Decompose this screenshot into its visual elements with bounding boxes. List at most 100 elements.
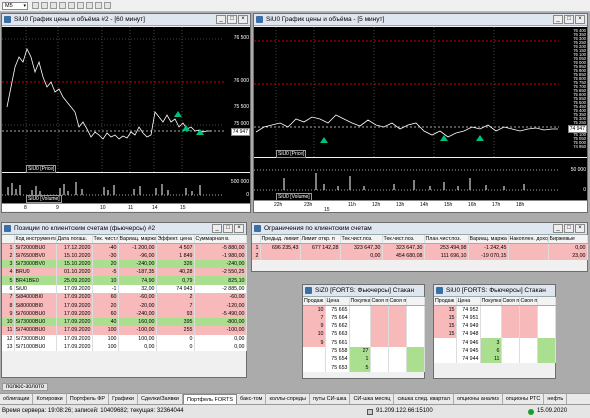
- table-row[interactable]: 13 Si71000BU0 17.09.2020 100 0,00 0 0,00: [2, 342, 247, 352]
- table-row[interactable]: 5 BR41BE0 25.09.2020 10 74,90 0,79 825,10: [2, 276, 247, 285]
- window-titlebar[interactable]: Ограничения по клиентским счетам _ □ ×: [252, 223, 587, 235]
- table-header[interactable]: Биржевые: [548, 235, 588, 244]
- table-header[interactable]: Предыд. лимит: [260, 235, 301, 244]
- table-row[interactable]: 2 Si76500BV0 15.10.2020 -30 -96,00 1 849 -1 98…: [2, 251, 247, 260]
- maximize-button[interactable]: □: [223, 224, 233, 233]
- orderbook-row[interactable]: 75 658 27: [303, 346, 425, 356]
- toolbar-tool-icon[interactable]: [50, 2, 57, 9]
- table-row[interactable]: 4 BRU0 01.10.2020 -5 -187,35 40,28 -2 550,25: [2, 268, 247, 277]
- volume-pane[interactable]: 50 000 0 SiU0 [Volume]: [254, 158, 587, 201]
- table-header[interactable]: Своя п: [370, 297, 389, 306]
- maximize-button[interactable]: □: [564, 15, 574, 24]
- price-pane[interactable]: 76 500 76 000 75 500 75 000 74 947 SiU0 …: [2, 27, 250, 173]
- tab-item[interactable]: опционы анализ: [454, 394, 503, 404]
- table-header[interactable]: Эффект. цена: [156, 235, 195, 244]
- table-row[interactable]: 7 Si84000BI0 17.09.2020 60 -60,00 2 -60,00: [2, 293, 247, 302]
- orderbook-row[interactable]: 9 75 661: [303, 338, 425, 347]
- close-button[interactable]: ×: [238, 15, 248, 24]
- tab-item[interactable]: нефть: [544, 394, 568, 404]
- maximize-button[interactable]: □: [564, 224, 574, 233]
- toolbar-tool-icon[interactable]: [41, 2, 48, 9]
- table-row[interactable]: 2 0,00 454 680,08 111 696,10 -19 070,15 23,00: [252, 251, 588, 260]
- table-header[interactable]: Тек. чист.поз.: [92, 235, 119, 244]
- table-header[interactable]: Лимит откр. п: [300, 235, 341, 244]
- orderbook-row[interactable]: 74 945 6: [434, 346, 556, 356]
- tab-item[interactable]: Портфель FORTS: [183, 394, 238, 404]
- table-header[interactable]: Дата погаш.: [56, 235, 93, 244]
- table-header[interactable]: Своя п: [388, 297, 407, 306]
- table-row[interactable]: 9 Si76000BU0 17.09.2020 60 -240,00 93 -5 490,0…: [2, 309, 247, 318]
- table-row[interactable]: 11 Si74000BU0 17.09.2020 100 -100,00 255 -100,…: [2, 326, 247, 335]
- toolbar-tool-icon[interactable]: [68, 2, 75, 9]
- table-row[interactable]: 10 Si73000BU0 17.09.2020 40 160,00 395 -800,00: [2, 317, 247, 327]
- tab-item[interactable]: СИ-шка месяц: [350, 394, 395, 404]
- tab-item[interactable]: Портфель ФР: [67, 394, 110, 404]
- table-header[interactable]: Суммарная в.: [194, 235, 247, 244]
- window-titlebar[interactable]: SiU0 [FORTS: Фьючерсы] Стакан: [434, 285, 555, 297]
- table-header[interactable]: Код инструмента: [14, 235, 57, 244]
- window-titlebar[interactable]: SiU0 График цены и объёма #2 - [60 минут…: [2, 14, 250, 26]
- tab-item[interactable]: облигации: [0, 394, 34, 404]
- table-header[interactable]: Цена: [456, 297, 481, 306]
- close-button[interactable]: ×: [575, 224, 585, 233]
- tab-item[interactable]: бакс-том: [237, 394, 267, 404]
- table-header[interactable]: [537, 297, 556, 306]
- orderbook-row[interactable]: 15 74 952: [434, 305, 556, 314]
- toolbar-tool-icon[interactable]: [104, 2, 111, 9]
- toolbar-tool-icon[interactable]: [32, 2, 39, 9]
- orderbook-row[interactable]: 7 75 664: [303, 313, 425, 322]
- table-header[interactable]: [252, 235, 261, 244]
- minimize-button[interactable]: _: [216, 15, 226, 24]
- price-pane[interactable]: 76 400 76 350 76 300 76 250 76 200 76 150 76 1…: [254, 27, 587, 158]
- toolbar-tool-icon[interactable]: [86, 2, 93, 9]
- tab-item[interactable]: Сделки/Заявки: [138, 394, 183, 404]
- volume-pane[interactable]: 500 000 0 SiU0 [Volume]: [2, 173, 250, 203]
- table-header[interactable]: Вариац. маржа: [118, 235, 157, 244]
- minimize-button[interactable]: _: [553, 224, 563, 233]
- table-header[interactable]: Цена: [325, 297, 350, 306]
- orderbook-row[interactable]: 9 75 662: [303, 321, 425, 331]
- orderbook-row[interactable]: 75 654 1: [303, 355, 425, 364]
- table-header[interactable]: Покупка: [480, 297, 502, 306]
- table-header[interactable]: Тек.чист.поз.: [340, 235, 383, 244]
- tab-item[interactable]: опционы РТС: [503, 394, 545, 404]
- orderbook-row[interactable]: 74 944 11: [434, 355, 556, 364]
- toolbar-tool-icon[interactable]: [95, 2, 102, 9]
- orderbook-row[interactable]: 15 74 949: [434, 321, 556, 331]
- table-header[interactable]: [2, 235, 15, 244]
- tab-item[interactable]: Котировки: [33, 394, 67, 404]
- table-header[interactable]: Вариац. маржа: [468, 235, 509, 244]
- table-header[interactable]: Продаж: [434, 297, 457, 306]
- tab-item[interactable]: коллы-спреды: [266, 394, 310, 404]
- toolbar-tool-icon[interactable]: [59, 2, 66, 9]
- table-header[interactable]: Тек.чист.поз.: [382, 235, 425, 244]
- table-header[interactable]: Накоплен. доход: [508, 235, 549, 244]
- close-button[interactable]: ×: [234, 224, 244, 233]
- table-header[interactable]: Своя п: [501, 297, 520, 306]
- table-header[interactable]: Своя п: [519, 297, 538, 306]
- tab-item[interactable]: сишка след. квартал: [394, 394, 454, 404]
- minimize-button[interactable]: _: [553, 15, 563, 24]
- table-header[interactable]: План.чист.поз.: [424, 235, 469, 244]
- tab-item[interactable]: путы СИ-шка: [310, 394, 351, 404]
- close-button[interactable]: ×: [575, 15, 585, 24]
- table-row[interactable]: 3 Si73000BV0 15.10.2020 20 -240,00 326 -240,00: [2, 259, 247, 269]
- timeframe-combo[interactable]: M5 ▾: [2, 2, 28, 10]
- table-row[interactable]: 6 SiU0 17.09.2020 -1 32,00 74 943 -2 885,00: [2, 284, 247, 294]
- table-row[interactable]: 1 696 235,43 677 142,28 323 647,30 323 647,3…: [252, 243, 588, 252]
- minimize-button[interactable]: _: [212, 224, 222, 233]
- table-header[interactable]: [406, 297, 425, 306]
- orderbook-row[interactable]: 15 74 951: [434, 313, 556, 322]
- orderbook-row[interactable]: 75 653 5: [303, 363, 425, 372]
- table-header[interactable]: Покупка: [349, 297, 371, 306]
- window-titlebar[interactable]: SiU0 График цены и объёма - [5 минут] _ □…: [254, 14, 587, 26]
- orderbook-row[interactable]: 10 75 665: [303, 305, 425, 314]
- table-row[interactable]: 8 Si80000BI0 17.09.2020 20 -20,00 7 -120,00: [2, 301, 247, 310]
- window-titlebar[interactable]: SiZ0 [FORTS: Фьючерсы] Стакан: [303, 285, 424, 297]
- table-header[interactable]: Продаж: [303, 297, 326, 306]
- orderbook-row[interactable]: 10 75 663: [303, 330, 425, 339]
- table-row[interactable]: 1 Si72000BU0 17.12.2020 -40 -1 200,00 4 507 -5…: [2, 243, 247, 252]
- table-row[interactable]: 12 Si73000BU0 17.09.2020 100 100,00 0 0,00: [2, 334, 247, 343]
- orderbook-row[interactable]: 15 74 948: [434, 330, 556, 339]
- tab-item[interactable]: Графики: [109, 394, 138, 404]
